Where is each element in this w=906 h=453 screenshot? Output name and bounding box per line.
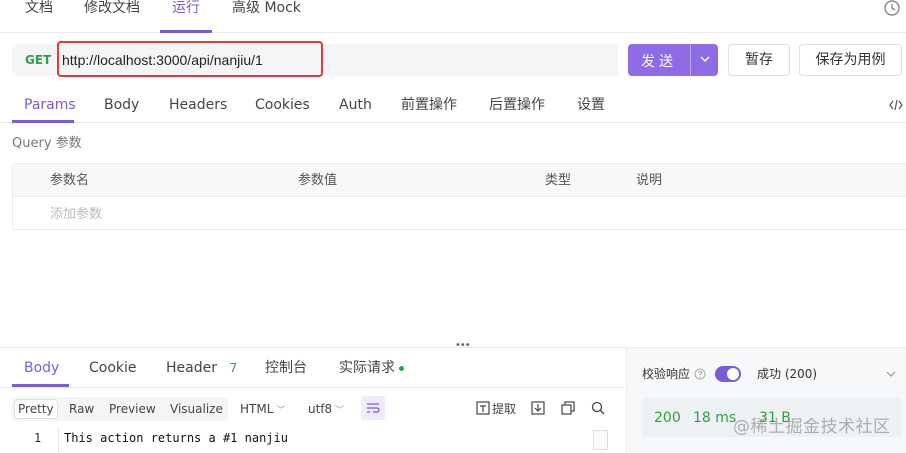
extract-icon[interactable] — [475, 400, 491, 416]
search-icon[interactable] — [590, 400, 606, 416]
tab-post-operations[interactable]: 后置操作 — [489, 97, 545, 114]
help-icon[interactable] — [694, 368, 706, 380]
tab-pre-operations[interactable]: 前置操作 — [401, 97, 457, 114]
add-param-input[interactable]: 添加参数 — [50, 207, 102, 223]
url-highlight-annotation — [57, 41, 323, 77]
tab-response-body[interactable]: Body — [24, 360, 59, 377]
language-select[interactable]: HTML ﹀ — [240, 400, 285, 420]
tab-advanced-mock[interactable]: 高级 Mock — [232, 0, 301, 17]
divider — [0, 387, 625, 388]
send-button-divider — [690, 44, 691, 76]
format-pretty[interactable]: Pretty — [15, 400, 57, 418]
query-params-table: 参数名 参数值 类型 说明 添加参数 — [12, 163, 906, 230]
column-header: 类型 — [545, 173, 572, 188]
expected-status-select[interactable]: 成功 (200) — [757, 366, 817, 382]
encoding-value: utf8 — [308, 402, 333, 416]
chevron-down-icon: ﹀ — [335, 406, 345, 416]
column-header: 说明 — [636, 173, 663, 188]
copy-icon[interactable] — [560, 400, 576, 416]
table-header: 参数名 参数值 类型 说明 — [13, 164, 906, 197]
tab-params[interactable]: Params — [24, 97, 76, 114]
toggle-knob — [727, 368, 739, 380]
chevron-down-icon[interactable] — [698, 52, 712, 66]
header-count-badge: 7 — [229, 361, 238, 375]
wrap-icon — [367, 403, 380, 413]
format-visualize[interactable]: Visualize — [167, 400, 226, 418]
save-temp-button[interactable]: 暂存 — [728, 44, 790, 76]
code-line: This action returns a #1 nanjiu — [64, 431, 288, 445]
request-tab-bar: Params Body Headers Cookies Auth 前置操作 后置… — [0, 88, 906, 123]
query-params-label: Query 参数 — [12, 136, 82, 151]
encoding-select[interactable]: utf8 ﹀ — [308, 400, 344, 420]
active-tab-indicator — [160, 30, 212, 33]
word-wrap-button[interactable] — [361, 396, 385, 420]
top-tab-bar: 文档 修改文档 运行 高级 Mock — [0, 0, 906, 33]
tab-edit-docs[interactable]: 修改文档 — [84, 0, 140, 17]
format-switcher: Pretty Raw Preview Visualize — [12, 397, 228, 421]
send-button-label: 发送 — [641, 54, 677, 70]
tab-settings[interactable]: 设置 — [577, 97, 605, 114]
line-number: 1 — [34, 431, 42, 445]
tab-label: 实际请求 — [339, 360, 395, 376]
history-icon[interactable] — [882, 0, 902, 20]
response-meta-panel: 校验响应 成功 (200) 200 18 ms 31 B — [626, 348, 906, 453]
tab-response-header[interactable]: Header 7 — [166, 360, 237, 377]
format-preview[interactable]: Preview — [106, 400, 159, 418]
tab-body[interactable]: Body — [104, 97, 139, 114]
column-header: 参数名 — [50, 173, 90, 188]
download-icon[interactable] — [530, 400, 546, 416]
format-raw[interactable]: Raw — [66, 400, 97, 418]
chevron-down-icon: ﹀ — [276, 406, 286, 416]
tab-label: Header — [166, 360, 217, 376]
tab-run[interactable]: 运行 — [172, 0, 200, 17]
column-header: 参数值 — [298, 173, 338, 188]
code-icon[interactable] — [889, 98, 903, 112]
status-dot-icon — [399, 365, 404, 371]
tab-actual-request[interactable]: 实际请求 — [339, 360, 404, 377]
tab-auth[interactable]: Auth — [339, 97, 372, 114]
save-as-case-button[interactable]: 保存为用例 — [799, 44, 902, 76]
active-request-tab-indicator — [12, 120, 74, 123]
tab-headers[interactable]: Headers — [169, 97, 227, 114]
tab-cookies[interactable]: Cookies — [255, 97, 310, 114]
scrollbar[interactable] — [593, 430, 608, 450]
response-body-editor[interactable]: 1 This action returns a #1 nanjiu — [0, 428, 625, 453]
send-button[interactable]: 发送 — [628, 44, 718, 76]
validate-toggle[interactable] — [715, 366, 741, 382]
method-select[interactable]: GET — [25, 52, 51, 68]
tab-docs[interactable]: 文档 — [25, 0, 53, 17]
tab-console[interactable]: 控制台 — [265, 360, 307, 377]
chevron-down-icon[interactable] — [885, 368, 897, 380]
validate-response-label: 校验响应 — [642, 367, 691, 381]
tab-response-cookie[interactable]: Cookie — [89, 360, 137, 377]
watermark: @稀土掘金技术社区 — [733, 417, 891, 437]
response-time: 18 ms — [693, 410, 737, 426]
extract-button-label[interactable]: 提取 — [492, 401, 516, 417]
response-panel: Body Cookie Header 7 控制台 实际请求 Pretty Raw… — [0, 348, 625, 453]
language-value: HTML — [240, 402, 274, 416]
status-code: 200 — [654, 410, 681, 426]
